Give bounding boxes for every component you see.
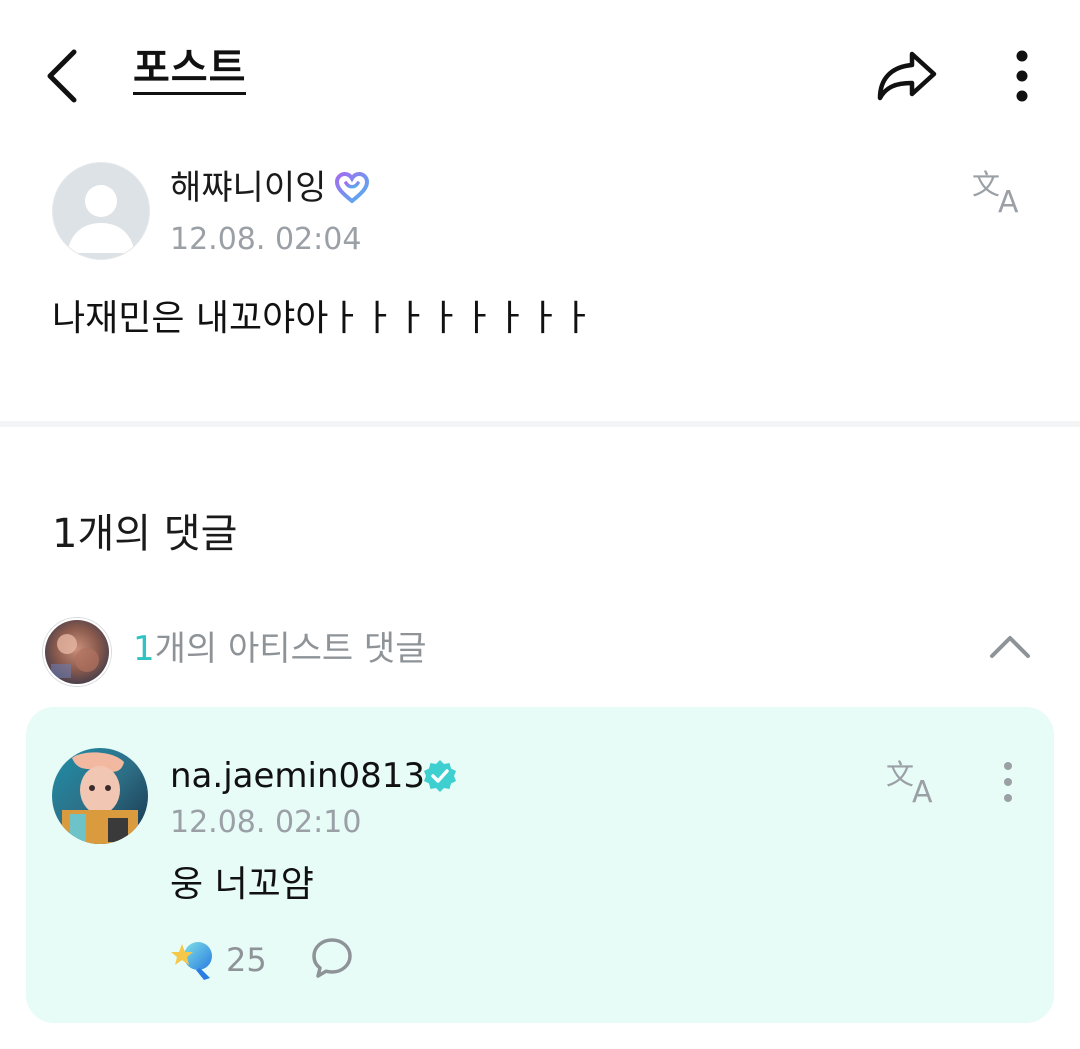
commenter-avatar[interactable] (52, 748, 148, 844)
comment-count: 1개의 댓글 (52, 511, 238, 557)
more-options-button[interactable] (1000, 44, 1044, 108)
comment-icon (312, 938, 352, 978)
artist-comment-label: 개의 아티스트 댓글 (154, 629, 427, 669)
translate-icon: 文 A (972, 168, 1019, 220)
comment-timestamp: 12.08. 02:10 (170, 805, 362, 840)
like-count: 25 (226, 941, 267, 979)
translate-icon: 文 A (886, 758, 933, 810)
reply-button[interactable] (310, 936, 354, 980)
post-body: 나재민은 내꼬야아ㅏㅏㅏㅏㅏㅏㅏㅏ (52, 298, 594, 339)
commenter-username[interactable]: na.jaemin0813 (170, 755, 425, 797)
comment-text: 웅 너꼬얌 (170, 864, 314, 905)
svg-text:A: A (912, 775, 933, 806)
default-avatar-icon (53, 163, 149, 259)
like-button[interactable] (170, 936, 218, 982)
chevron-up-icon (990, 636, 1030, 658)
back-icon (47, 49, 77, 103)
collapse-button[interactable] (986, 626, 1034, 666)
share-icon (877, 51, 937, 101)
more-vertical-icon (1004, 762, 1012, 802)
artist-comment-count: 1 (133, 629, 155, 669)
verified-icon (422, 758, 458, 794)
section-divider (0, 421, 1080, 427)
artist-avatar (43, 618, 111, 686)
author-name[interactable]: 해쨔니이잉 (170, 167, 326, 209)
heart-badge-icon (334, 171, 370, 204)
svg-text:文: 文 (972, 168, 1000, 201)
like-icon (171, 942, 212, 980)
svg-text:文: 文 (886, 758, 914, 791)
translate-post-button[interactable]: 文 A (970, 166, 1032, 220)
more-vertical-icon (1016, 50, 1028, 102)
post-timestamp: 12.08. 02:04 (170, 222, 362, 257)
author-avatar[interactable] (52, 162, 150, 260)
back-button[interactable] (36, 44, 92, 104)
translate-comment-button[interactable]: 文 A (884, 756, 946, 810)
comment-more-button[interactable] (992, 758, 1024, 808)
share-button[interactable] (872, 44, 942, 108)
artist-comments-toggle[interactable]: 1개의 아티스트 댓글 (133, 627, 427, 671)
svg-text:A: A (998, 185, 1019, 216)
page-title: 포스트 (133, 46, 247, 95)
